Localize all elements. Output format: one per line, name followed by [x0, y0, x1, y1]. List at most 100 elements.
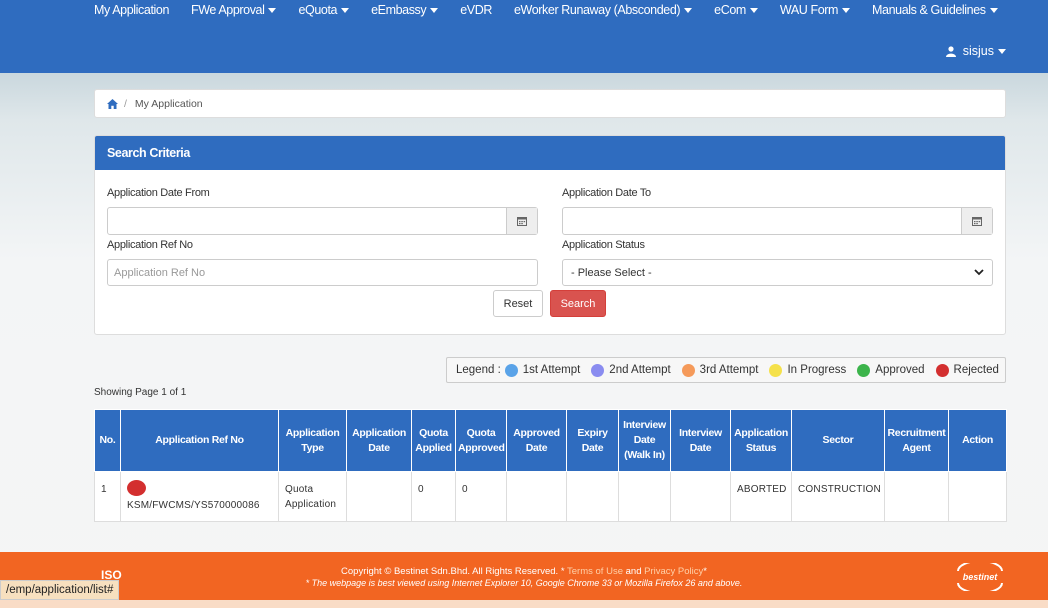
- calendar-icon: [972, 217, 982, 226]
- main-menu: My Application FWe Approval eQuota eEmba…: [94, 2, 1020, 18]
- status-rejected-dot: [127, 480, 146, 496]
- caret-down-icon: [749, 7, 758, 13]
- bestinet-logo: bestinet: [952, 560, 1008, 594]
- date-from-label: Application Date From: [107, 187, 210, 199]
- nav-ecom[interactable]: eCom: [714, 2, 758, 18]
- col-header-quota-applied[interactable]: Quota Applied: [411, 409, 456, 472]
- footer-copyright: Copyright © Bestinet Sdn.Bhd. All Rights…: [341, 566, 707, 577]
- reset-button[interactable]: Reset: [493, 290, 543, 317]
- col-header-app-date[interactable]: Application Date: [346, 409, 412, 472]
- legend-item-2nd-attempt: 2nd Attempt: [587, 363, 671, 377]
- date-to-field[interactable]: [562, 207, 993, 235]
- col-header-quota-approved[interactable]: Quota Approved: [455, 409, 507, 472]
- legend-item-1st-attempt: 1st Attempt: [501, 363, 580, 377]
- search-button[interactable]: Search: [550, 290, 606, 317]
- cell-no: 1: [94, 471, 121, 522]
- application-table: No. Application Ref No Application Type …: [94, 409, 1007, 522]
- col-header-no[interactable]: No.: [94, 409, 121, 472]
- col-header-expiry-date[interactable]: Expiry Date: [566, 409, 619, 472]
- page-footer: ISO Copyright © Bestinet Sdn.Bhd. All Ri…: [0, 552, 1048, 600]
- bottom-strip: [0, 600, 1048, 608]
- table-row: 1 KSM/FWCMS/YS570000086 Quota Applicatio…: [94, 471, 1007, 522]
- caret-down-icon: [430, 7, 439, 13]
- date-from-input[interactable]: [108, 208, 506, 234]
- nav-eembassy[interactable]: eEmbassy: [371, 2, 439, 18]
- date-to-label: Application Date To: [562, 187, 651, 199]
- cell-agent: [884, 471, 949, 522]
- status-selected-value: - Please Select -: [571, 266, 652, 279]
- nav-equota[interactable]: eQuota: [298, 2, 350, 18]
- col-header-type[interactable]: Application Type: [278, 409, 347, 472]
- nav-wau-form[interactable]: WAU Form: [780, 2, 851, 18]
- cell-expiry-date: [566, 471, 619, 522]
- cell-ref-no: KSM/FWCMS/YS570000086: [120, 471, 279, 522]
- user-name: sisjus: [962, 44, 994, 58]
- cell-approved-date: [506, 471, 567, 522]
- nav-manuals-guidelines[interactable]: Manuals & Guidelines: [872, 2, 998, 18]
- browser-status-bar: /emp/application/list#: [0, 580, 120, 600]
- legend-dot: [935, 363, 949, 377]
- col-header-approved-date[interactable]: Approved Date: [506, 409, 567, 472]
- cell-sector: CONSTRUCTION: [791, 471, 885, 522]
- nav-evdr[interactable]: eVDR: [460, 2, 492, 18]
- caret-down-icon: [684, 7, 693, 13]
- legend-dot: [591, 363, 605, 377]
- col-header-status[interactable]: Application Status: [730, 409, 792, 472]
- col-header-ref-no[interactable]: Application Ref No: [120, 409, 279, 472]
- ref-no-link[interactable]: KSM/FWCMS/YS570000086: [127, 500, 260, 511]
- date-to-calendar-button[interactable]: [961, 208, 992, 234]
- status-legend: Legend : 1st Attempt 2nd Attempt 3rd Att…: [446, 357, 1006, 383]
- legend-dot: [681, 363, 695, 377]
- status-label: Application Status: [562, 239, 645, 251]
- caret-down-icon: [268, 7, 277, 13]
- legend-item-3rd-attempt: 3rd Attempt: [678, 363, 758, 377]
- terms-link[interactable]: Terms of Use: [567, 566, 623, 577]
- nav-fwe-approval[interactable]: FWe Approval: [191, 2, 277, 18]
- bestinet-logo-icon: bestinet: [957, 560, 1003, 594]
- legend-dot: [857, 363, 871, 377]
- ref-no-label: Application Ref No: [107, 239, 193, 251]
- calendar-icon: [517, 217, 527, 226]
- ref-no-input[interactable]: [107, 259, 538, 286]
- cell-action: [948, 471, 1007, 522]
- footer-browser-note: * The webpage is best viewed using Inter…: [305, 578, 743, 588]
- cell-interview-date: [670, 471, 731, 522]
- svg-text:bestinet: bestinet: [963, 572, 999, 582]
- cell-type: Quota Application: [278, 471, 347, 522]
- col-header-action[interactable]: Action: [948, 409, 1007, 472]
- privacy-link[interactable]: Privacy Policy: [644, 566, 703, 577]
- status-select[interactable]: - Please Select -: [562, 259, 993, 286]
- panel-title: Search Criteria: [95, 136, 1005, 170]
- col-header-interview-date[interactable]: Interview Date: [670, 409, 731, 472]
- date-from-field[interactable]: [107, 207, 538, 235]
- user-icon: [945, 45, 956, 57]
- legend-item-rejected: Rejected: [932, 363, 999, 377]
- caret-down-icon: [842, 7, 851, 13]
- date-to-input[interactable]: [563, 208, 961, 234]
- cell-app-date: [346, 471, 412, 522]
- legend-dot: [769, 363, 783, 377]
- pagination-info: Showing Page 1 of 1: [94, 387, 187, 398]
- col-header-agent[interactable]: Recruitment Agent: [884, 409, 949, 472]
- breadcrumb-separator: /: [124, 97, 127, 110]
- cell-quota-approved: 0: [455, 471, 507, 522]
- user-menu[interactable]: sisjus: [945, 44, 1006, 58]
- breadcrumb-current: My Application: [134, 97, 203, 110]
- nav-my-application[interactable]: My Application: [94, 2, 169, 18]
- legend-item-approved: Approved: [853, 363, 925, 377]
- col-header-interview-walkin[interactable]: Interview Date (Walk In): [618, 409, 671, 472]
- breadcrumb: / My Application: [94, 89, 1006, 118]
- col-header-sector[interactable]: Sector: [791, 409, 885, 472]
- caret-down-icon: [998, 48, 1006, 54]
- legend-prefix: Legend :: [456, 364, 501, 376]
- top-navbar: My Application FWe Approval eQuota eEmba…: [0, 0, 1048, 73]
- legend-dot: [504, 363, 518, 377]
- cell-quota-applied: 0: [411, 471, 456, 522]
- caret-down-icon: [341, 7, 350, 13]
- cell-interview-walkin: [618, 471, 671, 522]
- table-header-row: No. Application Ref No Application Type …: [94, 409, 1007, 472]
- cell-status: ABORTED: [730, 471, 792, 522]
- nav-eworker-runaway[interactable]: eWorker Runaway (Absconded): [514, 2, 693, 18]
- date-from-calendar-button[interactable]: [506, 208, 537, 234]
- home-icon[interactable]: [107, 98, 118, 109]
